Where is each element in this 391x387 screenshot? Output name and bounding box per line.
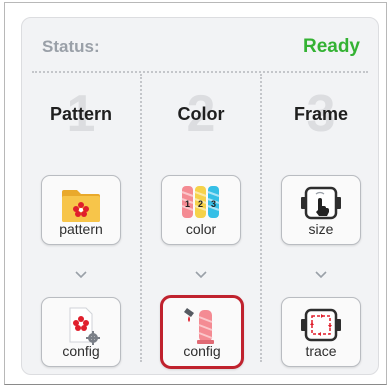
chevron-down-icon (315, 271, 327, 279)
frame-size-icon (301, 186, 341, 220)
chevron-down-icon (195, 271, 207, 279)
status-label: Status: (42, 37, 100, 56)
spool-number: 2 (198, 199, 203, 209)
frame-size-button[interactable]: size (281, 175, 361, 245)
frame-size-button-label: size (308, 221, 334, 237)
spool-number: 3 (211, 199, 216, 209)
pattern-button-label: pattern (59, 221, 103, 237)
step-color-column: 2 Color 1 2 3 color config (142, 74, 260, 374)
window-frame: Status: Ready 1 Pattern pattern config 2… (4, 2, 387, 385)
workflow-panel: Status: Ready 1 Pattern pattern config 2… (21, 17, 379, 375)
step-frame-column: 3 Frame size trace (262, 74, 380, 374)
pattern-config-button[interactable]: config (41, 297, 121, 367)
frame-trace-button[interactable]: trace (281, 297, 361, 367)
frame-trace-button-label: trace (305, 343, 337, 359)
pattern-config-icon (69, 307, 100, 345)
spool-number: 1 (185, 199, 190, 209)
status-bar: Status: Ready (22, 18, 378, 73)
pattern-config-button-label: config (62, 343, 100, 359)
thread-spools-icon: 1 2 3 (181, 186, 220, 218)
frame-trace-icon (301, 308, 341, 342)
color-config-button[interactable]: config (160, 295, 244, 369)
chevron-down-icon (75, 271, 87, 279)
pattern-button[interactable]: pattern (41, 175, 121, 245)
header-divider (32, 71, 368, 73)
color-config-button-label: config (183, 343, 221, 359)
pattern-folder-icon (62, 190, 100, 222)
step-title: Color (177, 104, 225, 124)
color-button[interactable]: 1 2 3 color (161, 175, 241, 245)
color-config-icon (184, 308, 214, 344)
status-value: Ready (302, 36, 360, 57)
color-button-label: color (185, 221, 217, 237)
step-title: Pattern (49, 104, 112, 124)
step-pattern-column: 1 Pattern pattern config (22, 74, 140, 374)
step-title: Frame (293, 104, 349, 124)
